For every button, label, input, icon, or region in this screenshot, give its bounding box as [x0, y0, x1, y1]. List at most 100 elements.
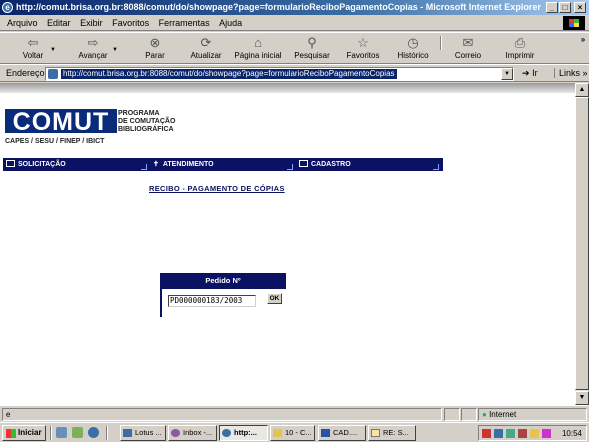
refresh-icon: ⟳: [200, 35, 212, 50]
maximize-button[interactable]: □: [559, 2, 571, 13]
nav-atendimento[interactable]: ✝ ATENDIMENTO: [153, 158, 214, 171]
tray-icon[interactable]: [506, 429, 515, 438]
ok-button[interactable]: OK: [267, 293, 282, 304]
toolbar-overflow-button[interactable]: »: [578, 35, 588, 44]
back-arrow-icon: ⇦: [27, 35, 39, 50]
partners-line: CAPES / SESU / FINEP / IBICT: [5, 138, 105, 145]
screen-icon: [6, 160, 15, 167]
refresh-button[interactable]: ⟳ Atualizar: [188, 35, 224, 60]
security-zone-panel: ● Internet: [478, 408, 587, 421]
task-folder[interactable]: 10 - C...: [270, 425, 315, 441]
inbox-icon: [171, 429, 180, 437]
home-button[interactable]: ⌂ Página inicial: [232, 35, 284, 60]
ie-quicklaunch-icon[interactable]: [88, 427, 99, 438]
menu-ferramentas[interactable]: Ferramentas: [159, 18, 210, 28]
menu-ajuda[interactable]: Ajuda: [219, 18, 242, 28]
stop-button[interactable]: ⊗ Parar: [142, 35, 168, 60]
minimize-button[interactable]: _: [546, 2, 558, 13]
task-mail-reply[interactable]: RE: S...: [368, 425, 416, 441]
stop-icon: ⊗: [149, 35, 161, 50]
show-desktop-icon[interactable]: [56, 427, 67, 438]
scroll-down-button[interactable]: ▼: [575, 391, 589, 405]
mail-button[interactable]: ✉ Correio: [453, 35, 483, 60]
toolbar-separator: [440, 36, 442, 50]
scroll-thumb[interactable]: [575, 97, 589, 390]
tray-icon[interactable]: [530, 429, 539, 438]
pedido-form: Pedido Nº PD000000183/2003 OK: [160, 273, 286, 317]
menu-exibir[interactable]: Exibir: [80, 18, 103, 28]
tray-icon[interactable]: [518, 429, 527, 438]
word-icon: [321, 429, 330, 437]
folder-icon: [273, 429, 282, 437]
history-button[interactable]: ◷ Histórico: [396, 35, 430, 60]
ie-icon: [222, 429, 231, 437]
vertical-scrollbar[interactable]: ▲ ▼: [575, 83, 589, 405]
menu-favoritos[interactable]: Favoritos: [112, 18, 149, 28]
lotus-icon: [123, 429, 132, 437]
address-bar: Endereço http://comut.brisa.org.br:8088/…: [0, 64, 589, 82]
status-bar: e ● Internet: [0, 405, 589, 422]
menu-editar[interactable]: Editar: [47, 18, 71, 28]
clock[interactable]: 10:54: [562, 427, 582, 440]
links-button[interactable]: Links »: [554, 68, 588, 78]
page-icon: [48, 69, 58, 79]
print-icon: ⎙: [514, 35, 526, 50]
status-text-panel: e: [2, 408, 442, 421]
address-dropdown-button[interactable]: ▼: [501, 68, 513, 80]
status-panel-lock: [444, 408, 460, 421]
close-button[interactable]: ×: [574, 2, 586, 13]
scroll-up-button[interactable]: ▲: [575, 83, 589, 97]
nav-solicitacao[interactable]: SOLICITAÇÃO: [6, 158, 66, 171]
history-icon: ◷: [407, 35, 419, 50]
address-input[interactable]: http://comut.brisa.org.br:8088/comut/do/…: [45, 67, 514, 81]
quicklaunch-icon[interactable]: [72, 427, 83, 438]
back-button[interactable]: ⇦ Voltar ▼: [18, 35, 56, 60]
program-name: PROGRAMA DE COMUTAÇÃO BIBLIOGRÁFICA: [118, 110, 176, 133]
page-done-icon: e: [6, 410, 11, 419]
nav-corner-mark: [287, 164, 293, 170]
nav-corner-mark: [141, 164, 147, 170]
status-panel-extra: [461, 408, 477, 421]
go-arrow-icon: ➔: [522, 68, 530, 78]
page-title: RECIBO - PAGAMENTO DE CÓPIAS: [149, 184, 285, 193]
windows-logo-icon: [563, 16, 585, 30]
menu-arquivo[interactable]: Arquivo: [7, 18, 38, 28]
forward-button[interactable]: ⇨ Avançar ▼: [76, 35, 118, 60]
search-icon: ⚲: [307, 35, 317, 50]
address-label: Endereço: [6, 68, 45, 78]
task-inbox[interactable]: Inbox -...: [168, 425, 217, 441]
nav-corner-mark: [433, 164, 439, 170]
favorites-icon: ☆: [357, 35, 369, 50]
forward-arrow-icon: ⇨: [87, 35, 99, 50]
page-content: COMUT PROGRAMA DE COMUTAÇÃO BIBLIOGRÁFIC…: [0, 83, 575, 405]
form-left-border: [160, 289, 162, 317]
go-button[interactable]: ➔ Ir: [522, 68, 538, 79]
pedido-header: Pedido Nº: [160, 273, 286, 289]
nav-cadastro[interactable]: CADASTRO: [299, 158, 351, 171]
print-button[interactable]: ⎙ Imprimir: [504, 35, 536, 60]
tray-icon[interactable]: [482, 429, 491, 438]
taskbar-separator: [106, 426, 108, 440]
header-stripe: [0, 83, 575, 93]
globe-icon: ●: [482, 410, 487, 419]
task-browser-active[interactable]: http:...: [219, 425, 268, 441]
favorites-button[interactable]: ☆ Favoritos: [344, 35, 382, 60]
menu-bar: Arquivo Editar Exibir Favoritos Ferramen…: [0, 15, 589, 31]
task-word-doc[interactable]: CAD....: [318, 425, 366, 441]
start-button[interactable]: Iniciar: [2, 425, 46, 441]
pedido-number-input[interactable]: PD000000183/2003: [168, 295, 256, 307]
task-lotus[interactable]: Lotus ...: [120, 425, 166, 441]
tray-icon[interactable]: [542, 429, 551, 438]
window-title-bar[interactable]: e http://comut.brisa.org.br:8088/comut/do…: [0, 0, 589, 15]
address-url[interactable]: http://comut.brisa.org.br:8088/comut/do/…: [61, 69, 397, 79]
envelope-icon: [371, 429, 380, 437]
taskbar: Iniciar Lotus ... Inbox -... http:... 10…: [0, 422, 589, 442]
forward-dropdown-icon[interactable]: ▼: [112, 47, 118, 53]
windows-flag-icon: [6, 429, 16, 438]
tray-icon[interactable]: [494, 429, 503, 438]
search-button[interactable]: ⚲ Pesquisar: [292, 35, 332, 60]
back-dropdown-icon[interactable]: ▼: [50, 47, 56, 53]
ie-logo-icon: e: [2, 2, 13, 13]
person-icon: ✝: [153, 161, 159, 168]
document-icon: [299, 160, 308, 167]
